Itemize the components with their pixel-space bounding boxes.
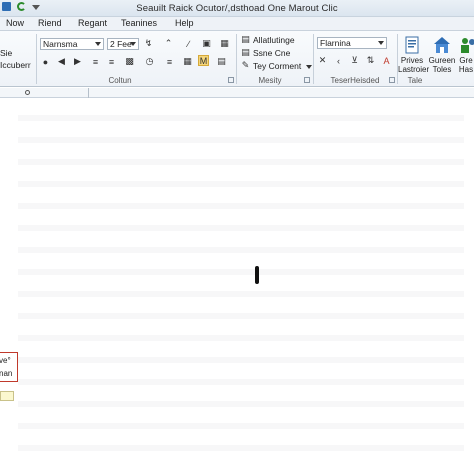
chevron-left-icon[interactable]: ‹	[333, 55, 344, 66]
filter-icon[interactable]: ⊻	[349, 55, 360, 66]
ribbon-stub-bottom[interactable]: Iccuberr	[0, 60, 31, 70]
faint-line	[18, 269, 464, 275]
font-size-combo[interactable]: 2 Fee	[107, 38, 139, 50]
launcher-icon[interactable]	[389, 77, 395, 83]
columns-icon[interactable]: ▤	[216, 56, 227, 67]
document-icon	[402, 35, 422, 55]
title-bar: Seauilt Raick Ocutor/,dsthoad One Marout…	[0, 0, 474, 17]
faint-line	[18, 335, 464, 341]
comment-callout[interactable]: ve° nan	[0, 352, 18, 382]
faint-line	[18, 181, 464, 187]
styles-item-2[interactable]: Ssne Cne	[253, 48, 290, 58]
chevron-down-icon[interactable]	[130, 42, 136, 46]
styles-item-1[interactable]: Allatlutinge	[253, 35, 295, 45]
chevron-down-icon[interactable]	[95, 42, 101, 46]
picture-icon[interactable]: ▣	[201, 38, 212, 49]
align-center-icon[interactable]: ≡	[90, 56, 101, 67]
font-name-value: Narnsma	[43, 39, 78, 49]
note-box[interactable]	[0, 391, 14, 401]
big-button-label: Has	[458, 65, 474, 74]
ribbon-separator	[313, 34, 314, 84]
window-title: Seauilt Raick Ocutor/,dsthoad One Marout…	[136, 3, 338, 14]
big-button-label: Lastroier	[398, 65, 430, 74]
tab-help[interactable]: Help	[172, 18, 197, 28]
group-label-tese: TeserHeisded	[330, 76, 380, 85]
menu-bar: Now Riend Regant Teanines Help	[0, 17, 474, 31]
faint-line	[18, 247, 464, 253]
group-label-styles: Mesity	[258, 76, 282, 85]
font-color-icon[interactable]: A	[381, 55, 392, 66]
clock-icon[interactable]: ◷	[144, 56, 155, 67]
big-button-label: Prives	[400, 56, 424, 65]
big-button-label: Toles	[432, 65, 452, 74]
tab-teanines[interactable]: Teanines	[118, 18, 160, 28]
ribbon-separator	[36, 34, 37, 84]
people-icon	[458, 35, 474, 55]
highlight-icon[interactable]: M	[198, 55, 209, 66]
chevron-down-icon[interactable]	[306, 65, 312, 69]
font-size-value: 2 Fee	[110, 39, 132, 49]
faint-line	[18, 445, 464, 451]
ribbon: Sie Iccuberr Narnsma 2 Fee ↯ ⌃ ∕ ▣ ▦ ● ◀…	[0, 31, 474, 87]
ribbon-stub-top[interactable]: Sie	[0, 48, 12, 58]
tab-riend[interactable]: Riend	[35, 18, 65, 28]
style-combo[interactable]: Flarnina	[317, 37, 387, 49]
triangle-left-icon[interactable]: ◀	[56, 56, 67, 67]
triangle-right-icon[interactable]: ▶	[72, 56, 83, 67]
faint-line	[18, 357, 464, 363]
border-icon[interactable]: ▦	[182, 56, 193, 67]
caret-up-icon[interactable]: ⌃	[163, 38, 174, 49]
style-combo-value: Flarnina	[320, 38, 351, 48]
comment-icon: ✎	[241, 60, 250, 70]
group-label-tale: Tale	[407, 76, 423, 85]
ruler-bar	[0, 88, 474, 98]
chevron-down-icon[interactable]	[378, 41, 384, 45]
styles-item-3[interactable]: Tey Corment	[253, 61, 301, 71]
faint-line	[18, 401, 464, 407]
house-icon	[432, 35, 452, 55]
big-button-gureen[interactable]: Gureen Toles	[428, 33, 456, 74]
style-icon: ▤	[241, 34, 250, 44]
group-label-font: Coltun	[108, 76, 132, 85]
tab-now[interactable]: Now	[3, 18, 27, 28]
close-icon[interactable]: ✕	[317, 55, 328, 66]
big-button-prives[interactable]: Prives Lastroier	[398, 33, 430, 74]
style-icon: ▤	[241, 47, 250, 57]
callout-line-2: nan	[0, 369, 13, 378]
justify-icon[interactable]: ≡	[164, 56, 175, 67]
ribbon-separator	[236, 34, 237, 84]
text-cursor	[255, 266, 259, 284]
callout-line-1: ve°	[0, 356, 11, 365]
tab-regant[interactable]: Regant	[75, 18, 110, 28]
faint-line	[18, 137, 464, 143]
big-button-label: Gre	[459, 56, 473, 65]
circle-icon[interactable]	[25, 90, 30, 95]
align-left-icon[interactable]: ≡	[106, 56, 117, 67]
big-button-label: Gureen	[428, 56, 456, 65]
shading-icon[interactable]: ▩	[124, 56, 135, 67]
faint-line	[18, 379, 464, 385]
font-name-combo[interactable]: Narnsma	[40, 38, 104, 50]
document-area[interactable]	[0, 99, 474, 474]
launcher-icon[interactable]	[228, 77, 234, 83]
faint-line	[18, 291, 464, 297]
big-button-gre[interactable]: Gre Has	[458, 33, 474, 74]
text-direction-icon[interactable]: ⇅	[365, 55, 376, 66]
bullet-list-icon[interactable]: ●	[40, 56, 51, 67]
faint-line	[18, 313, 464, 319]
format-painter-icon[interactable]: ↯	[143, 38, 154, 49]
faint-line	[18, 115, 464, 121]
faint-line	[18, 159, 464, 165]
diagonal-line-icon[interactable]: ∕	[183, 38, 194, 49]
faint-line	[18, 423, 464, 429]
grid-icon[interactable]: ▦	[219, 38, 230, 49]
faint-line	[18, 225, 464, 231]
launcher-icon[interactable]	[304, 77, 310, 83]
faint-line	[18, 203, 464, 209]
ruler-divider	[88, 88, 89, 98]
